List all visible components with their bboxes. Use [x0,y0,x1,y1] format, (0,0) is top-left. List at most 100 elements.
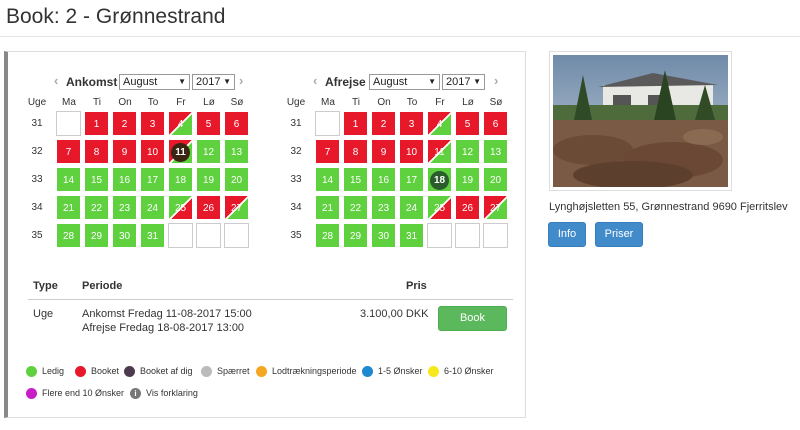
calendar-day[interactable]: 16 [112,167,137,192]
calendar-day[interactable]: 3 [140,111,165,136]
calendar-day[interactable]: 30 [371,223,396,248]
calendar-day[interactable]: 16 [371,167,396,192]
week-number: 33 [290,174,302,185]
calendar-day[interactable]: 4 [427,111,452,136]
calendar-day[interactable]: 1 [343,111,368,136]
calendar-day[interactable]: 13 [483,139,508,164]
month-select[interactable]: August ▼ [369,74,440,90]
calendar-day[interactable]: 18 [427,167,452,192]
calendar-day[interactable]: 19 [455,167,480,192]
calendar-day[interactable]: 28 [315,223,340,248]
calendar-day[interactable]: 2 [371,111,396,136]
legend-dot-icon [428,366,439,378]
calendar-day[interactable]: 19 [196,167,221,192]
periode-header: Periode [82,280,123,292]
weekday-label: To [406,97,418,108]
year-select[interactable]: 2017 ▼ [442,74,485,90]
year-select[interactable]: 2017 ▼ [192,74,235,90]
calendar-day[interactable]: 30 [112,223,137,248]
calendar-day[interactable]: 5 [196,111,221,136]
calendar-day[interactable]: 4 [168,111,193,136]
calendar-day[interactable]: 24 [140,195,165,220]
calendar-day[interactable]: 20 [483,167,508,192]
calendar-day[interactable]: 1 [84,111,109,136]
calendar-day[interactable]: 29 [84,223,109,248]
calendar-day[interactable]: 7 [315,139,340,164]
calendar-day[interactable]: 8 [84,139,109,164]
calendar-day[interactable]: 17 [140,167,165,192]
legend-dot-icon [124,366,135,378]
weekday-label: Ma [321,97,335,108]
calendar-day[interactable]: 6 [224,111,249,136]
calendar-day[interactable]: 25 [427,195,452,220]
calendar-empty-day [483,223,508,248]
vis-forklaring-link[interactable]: i Vis forklaring [130,388,198,400]
month-select[interactable]: August ▼ [119,74,190,90]
calendar-day[interactable]: 22 [84,195,109,220]
legend-dot-icon [362,366,373,378]
calendar-day[interactable]: 29 [343,223,368,248]
caret-down-icon: ▼ [178,77,186,86]
calendar-day[interactable]: 9 [371,139,396,164]
calendar-day[interactable]: 27 [483,195,508,220]
afrejse-text: Afrejse Fredag 18-08-2017 13:00 [82,322,245,334]
legend-lodtraekning: Lodtrækningsperiode [256,366,357,378]
week-number: 31 [31,118,43,129]
calendar-day[interactable]: 22 [343,195,368,220]
calendar-day[interactable]: 11 [427,139,452,164]
calendar-day[interactable]: 15 [84,167,109,192]
legend-dot-icon [201,366,212,378]
calendar-afrejse: ‹ Afrejse August ▼ 2017 ▼ › Uge Ma Ti On To Fr L… [287,72,508,248]
calendar-day[interactable]: 31 [399,223,424,248]
calendar-day[interactable]: 9 [112,139,137,164]
calendar-day[interactable]: 12 [455,139,480,164]
prev-month-icon[interactable]: ‹ [313,74,323,88]
calendar-day[interactable]: 18 [168,167,193,192]
calendar-day[interactable]: 31 [140,223,165,248]
calendar-day[interactable]: 15 [343,167,368,192]
calendar-day[interactable]: 26 [196,195,221,220]
title-divider [0,36,800,37]
calendar-day[interactable]: 11 [168,139,193,164]
weekday-label: To [147,97,159,108]
weekday-label: Fr [435,97,445,108]
book-button[interactable]: Book [438,306,507,331]
calendar-day[interactable]: 10 [399,139,424,164]
calendar-day[interactable]: 24 [399,195,424,220]
calendar-day[interactable]: 12 [196,139,221,164]
caret-down-icon: ▼ [428,77,436,86]
calendar-day[interactable]: 20 [224,167,249,192]
calendar-day[interactable]: 2 [112,111,137,136]
booking-type: Uge [33,308,54,320]
next-month-icon[interactable]: › [239,74,249,88]
calendar-day[interactable]: 10 [140,139,165,164]
next-month-icon[interactable]: › [494,74,504,88]
calendar-day[interactable]: 23 [112,195,137,220]
calendar-day[interactable]: 28 [56,223,81,248]
priser-button[interactable]: Priser [595,222,643,247]
calendar-day[interactable]: 17 [399,167,424,192]
calendar-day[interactable]: 8 [343,139,368,164]
week-header: Uge [286,97,306,108]
calendar-day[interactable]: 23 [371,195,396,220]
week-header: Uge [27,97,47,108]
calendar-day[interactable]: 7 [56,139,81,164]
selected-day-marker: 11 [171,143,190,162]
calendar-day[interactable]: 25 [168,195,193,220]
calendar-day[interactable]: 21 [315,195,340,220]
calendar-day[interactable]: 5 [455,111,480,136]
calendar-day[interactable]: 14 [315,167,340,192]
price-text: 3.100,00 DKK [360,308,429,320]
calendar-day[interactable]: 13 [224,139,249,164]
info-button[interactable]: Info [548,222,586,247]
weekday-label: Lø [203,97,215,108]
calendar-day[interactable]: 27 [224,195,249,220]
prev-month-icon[interactable]: ‹ [54,74,64,88]
calendar-day[interactable]: 14 [56,167,81,192]
calendar-day[interactable]: 3 [399,111,424,136]
calendar-empty-day [455,223,480,248]
calendar-day[interactable]: 6 [483,111,508,136]
calendar-day[interactable]: 26 [455,195,480,220]
caret-down-icon: ▼ [223,77,231,86]
calendar-day[interactable]: 21 [56,195,81,220]
